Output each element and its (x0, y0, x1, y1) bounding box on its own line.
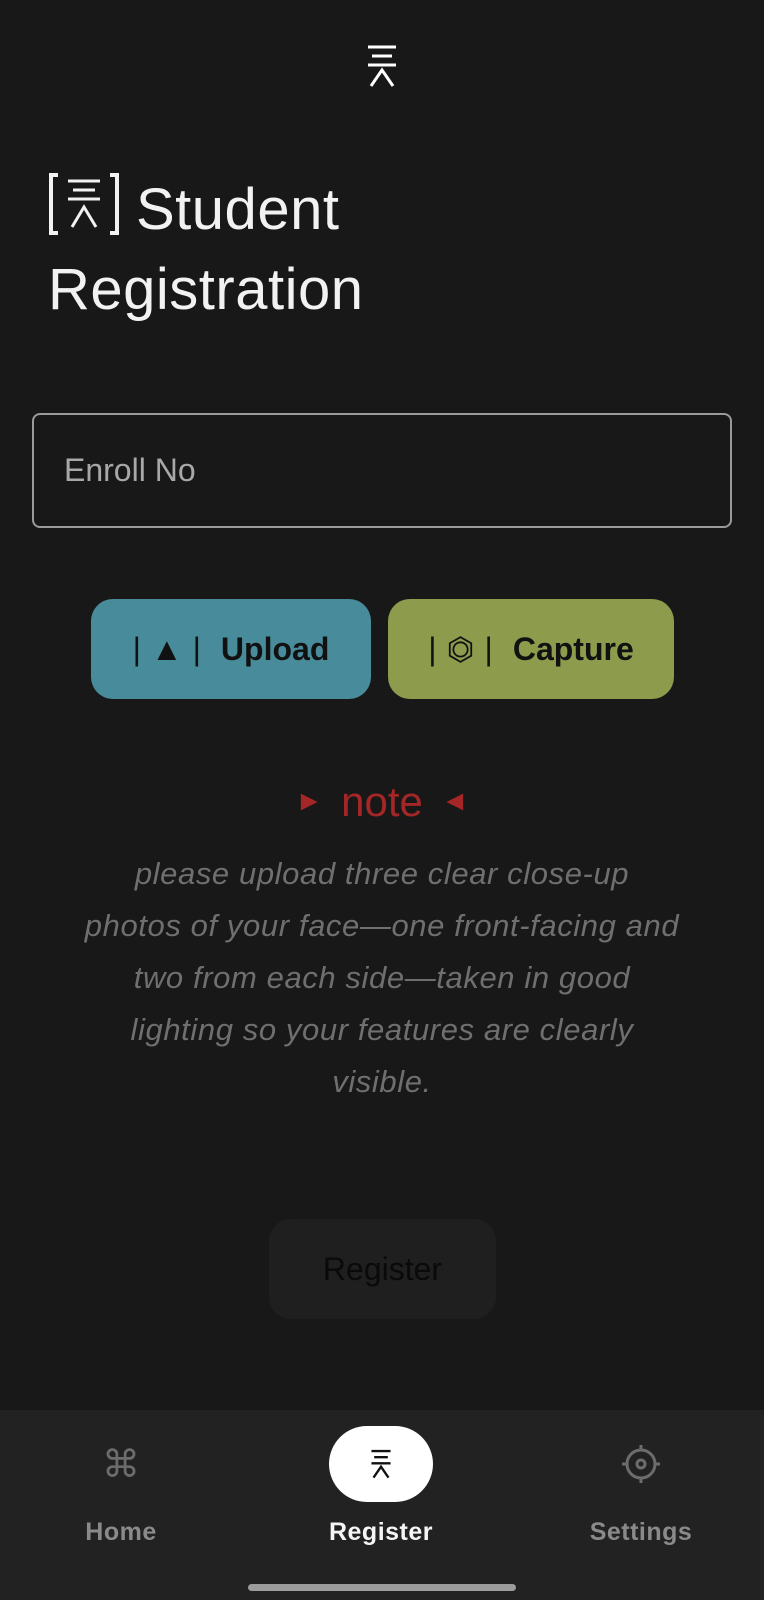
gear-icon (589, 1426, 693, 1502)
nav-item-settings[interactable]: Settings (541, 1410, 741, 1560)
bottom-navigation: ⌘ Home Register Settings (0, 1410, 764, 1600)
note-heading: ► note ◄ (0, 775, 764, 828)
nav-item-home[interactable]: ⌘ Home (21, 1410, 221, 1560)
nav-label-home: Home (85, 1518, 157, 1546)
tsa-logo-icon (329, 1426, 433, 1502)
nav-label-register: Register (328, 1518, 434, 1546)
capture-label: Capture (512, 630, 634, 667)
camera-shutter-icon: | ⏣ | (428, 630, 495, 668)
command-icon: ⌘ (102, 1443, 140, 1486)
app-logo-icon (368, 45, 396, 87)
tsa-logo-icon (49, 173, 119, 235)
arrow-right-icon: ► (295, 785, 324, 816)
note-label: note (341, 778, 423, 825)
enroll-no-input[interactable] (32, 413, 732, 528)
gesture-home-indicator[interactable] (248, 1584, 516, 1591)
capture-button[interactable]: | ⏣ | Capture (388, 599, 674, 699)
nav-item-register[interactable]: Register (281, 1410, 481, 1560)
page-title: Student Registration (48, 170, 688, 330)
upload-label: Upload (220, 630, 330, 667)
arrow-left-icon: ◄ (440, 785, 469, 816)
title-line-2: Registration (48, 257, 364, 322)
note-text: please upload three clear close-up photo… (84, 856, 680, 1099)
upload-icon: | ▲ | (132, 630, 203, 667)
upload-button[interactable]: | ▲ | Upload (91, 599, 371, 699)
register-button[interactable]: Register (269, 1219, 496, 1319)
title-line-1: Student (136, 177, 340, 242)
nav-label-settings: Settings (589, 1518, 693, 1546)
